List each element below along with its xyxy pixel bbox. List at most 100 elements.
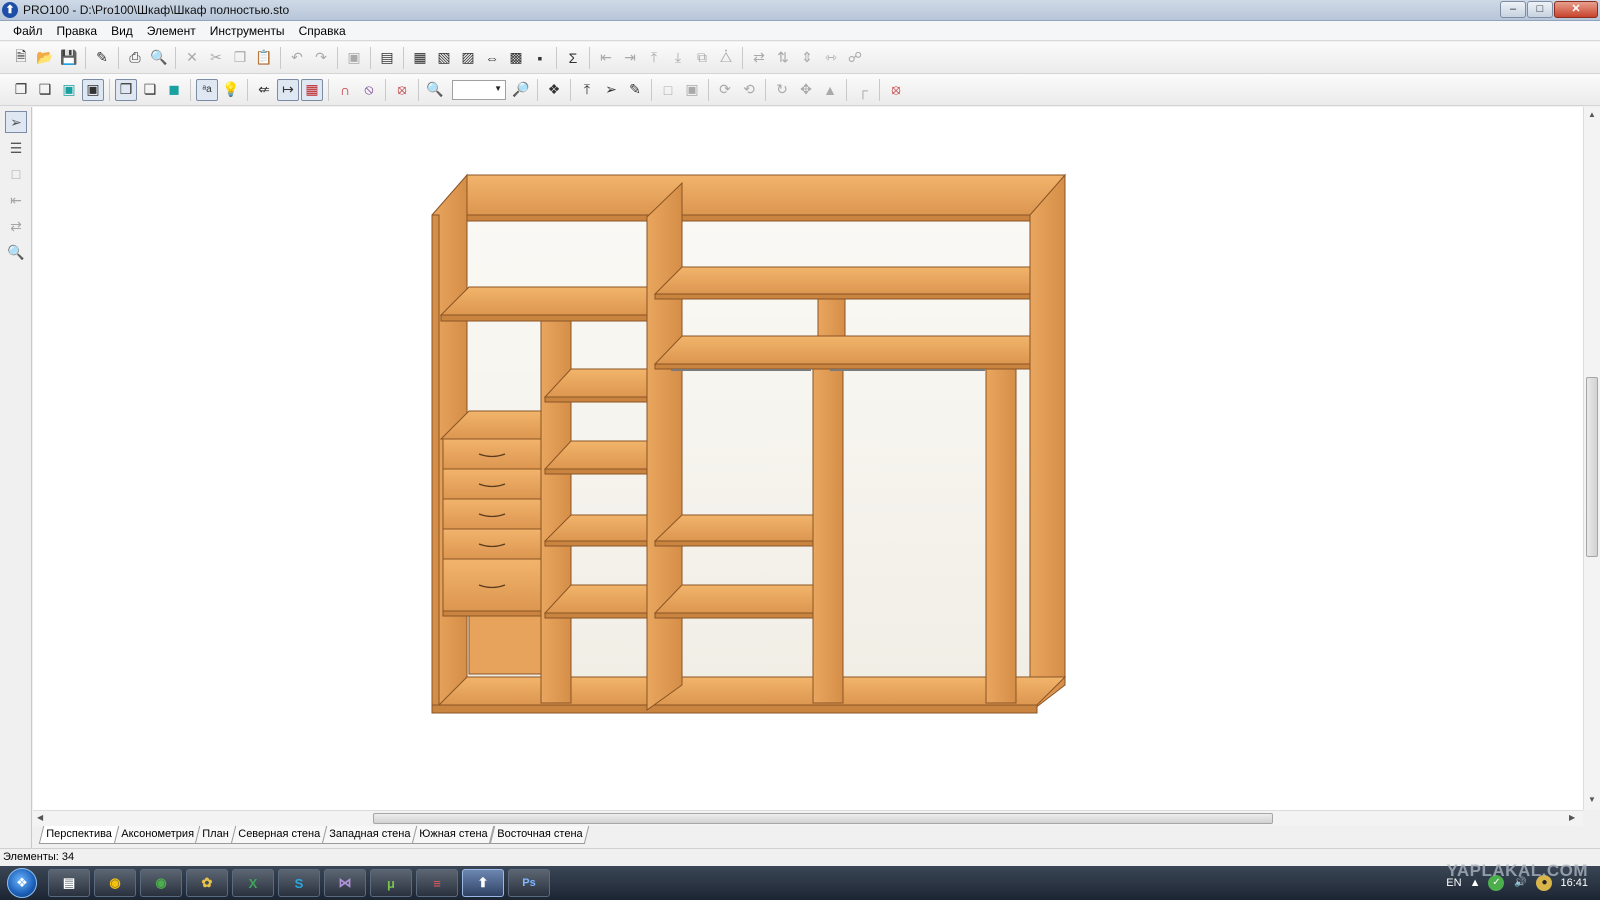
measure-icon[interactable]: ↦ [277, 78, 299, 101]
magnet-icon[interactable]: ∩ [334, 79, 356, 101]
pointer-icon[interactable]: ➢ [600, 79, 622, 101]
lifebuoy-icon[interactable]: ⦻ [885, 79, 907, 101]
photoshop-icon[interactable]: Ps [508, 869, 550, 897]
export-icon[interactable]: ✎ [91, 47, 113, 69]
distribute-v-icon[interactable]: ⇅ [772, 47, 794, 69]
target-icon[interactable]: ⦻ [391, 79, 413, 101]
close-icon[interactable]: ✕ [1554, 1, 1598, 18]
flag-icon[interactable]: ≡ [416, 869, 458, 897]
settings-dialog-icon[interactable]: ▤ [376, 47, 398, 69]
vertical-scrollbar[interactable]: ▲ ▼ [1583, 107, 1600, 810]
explorer-icon[interactable]: ▤ [48, 869, 90, 897]
copy-icon[interactable]: ❐ [229, 47, 251, 69]
front-view-icon[interactable]: ❐ [10, 79, 32, 101]
align-bottom-icon[interactable]: ⤓ [667, 47, 689, 69]
scroll-down-icon[interactable]: ▼ [1588, 795, 1596, 804]
save-icon[interactable]: 💾 [58, 47, 80, 69]
box-view-icon[interactable]: ❑ [34, 79, 56, 101]
scale-icon[interactable]: ▣ [681, 79, 703, 101]
design-canvas[interactable] [33, 107, 1583, 810]
view-d-icon[interactable]: ⇔ [481, 47, 503, 69]
view-c-icon[interactable]: ▨ [457, 47, 479, 69]
print-icon[interactable]: ⎙ [124, 47, 146, 69]
start-button[interactable]: ❖ [0, 866, 44, 900]
view-f-icon[interactable]: ▪ [529, 47, 551, 69]
pro100-icon[interactable]: ⬆ [462, 869, 504, 897]
scissors-icon[interactable]: ✂ [205, 47, 227, 69]
space-h-icon[interactable]: ⇕ [796, 47, 818, 69]
undo-icon[interactable]: ↶ [286, 47, 308, 69]
scroll-left-icon[interactable]: ◀ [37, 813, 43, 822]
zoom-in-icon[interactable]: 🔍 [424, 79, 446, 101]
tab-north-wall[interactable]: Северная стена [230, 826, 328, 844]
vertical-scroll-thumb[interactable] [1586, 377, 1598, 557]
corner-icon[interactable]: ┌ [852, 79, 874, 101]
tab-west-wall[interactable]: Западная стена [321, 826, 418, 844]
chrome-icon[interactable]: ◉ [94, 869, 136, 897]
zoom-out-icon[interactable]: 🔎 [510, 79, 532, 101]
tab-south-wall[interactable]: Южная стена [411, 826, 495, 844]
cut-icon[interactable]: ✕ [181, 47, 203, 69]
select-tool-icon[interactable]: ➢ [5, 111, 27, 133]
distribute-h-icon[interactable]: ⇄ [748, 47, 770, 69]
maximize-icon[interactable]: □ [1527, 1, 1553, 18]
search-tool-icon[interactable]: 🔍 [5, 241, 27, 263]
rotate-y-icon[interactable]: ⟲ [738, 79, 760, 101]
winamp-icon[interactable]: ✿ [186, 869, 228, 897]
select-all-icon[interactable]: ❖ [543, 79, 565, 101]
scroll-up-icon[interactable]: ▲ [1588, 110, 1596, 119]
menu-edit[interactable]: Правка [50, 21, 105, 41]
print-preview-icon[interactable]: 🔍 [148, 47, 170, 69]
horizontal-scroll-thumb[interactable] [373, 813, 1273, 824]
zoom-select[interactable] [452, 79, 506, 100]
pencil-icon[interactable]: ✎ [624, 79, 646, 101]
sum-icon[interactable]: Σ [562, 47, 584, 69]
scroll-right-icon[interactable]: ▶ [1569, 813, 1575, 822]
resize-icon[interactable]: □ [657, 79, 679, 101]
rotate-icon[interactable]: ↻ [771, 79, 793, 101]
menu-element[interactable]: Элемент [140, 21, 203, 41]
minimize-icon[interactable]: – [1500, 1, 1526, 18]
wireframe-view-icon[interactable]: ▣ [82, 78, 104, 101]
shadow-view-icon[interactable]: ❏ [139, 79, 161, 101]
excel-icon[interactable]: X [232, 869, 274, 897]
paste-icon[interactable]: 📋 [253, 47, 275, 69]
snap-icon[interactable]: ⦸ [358, 79, 380, 101]
group-icon[interactable]: ⧉ [691, 47, 713, 69]
properties-icon[interactable]: ▣ [343, 47, 365, 69]
grid-icon[interactable]: ▦ [301, 78, 323, 101]
new-file-icon[interactable]: 🗎 [10, 47, 32, 69]
texture-view-icon[interactable]: ◼ [163, 79, 185, 101]
view-b-icon[interactable]: ▧ [433, 47, 455, 69]
move-up-icon[interactable]: ⤒ [576, 79, 598, 101]
align-right-icon[interactable]: ⇥ [619, 47, 641, 69]
align-top-icon[interactable]: ⤒ [643, 47, 665, 69]
arrange-tool-icon[interactable]: ⇄ [5, 215, 27, 237]
visual-studio-icon[interactable]: ⋈ [324, 869, 366, 897]
tab-axonometry[interactable]: Аксонометрия [113, 826, 201, 844]
dimensions-icon[interactable]: ⇍ [253, 79, 275, 101]
horizontal-scrollbar[interactable]: ◀ ▶ [33, 810, 1583, 826]
view-e-icon[interactable]: ▩ [505, 47, 527, 69]
place-tool-icon[interactable]: ⇤ [5, 189, 27, 211]
menu-tools[interactable]: Инструменты [203, 21, 292, 41]
tab-east-wall[interactable]: Восточная стена [489, 826, 590, 844]
rotate-x-icon[interactable]: ⟳ [714, 79, 736, 101]
outline-view-icon[interactable]: ❒ [115, 78, 137, 101]
solid-view-icon[interactable]: ▣ [58, 79, 80, 101]
move-icon[interactable]: ✥ [795, 79, 817, 101]
light-icon[interactable]: 💡 [220, 79, 242, 101]
view-a-icon[interactable]: ▦ [409, 47, 431, 69]
align-left-icon[interactable]: ⇤ [595, 47, 617, 69]
ungroup-icon[interactable]: ⧊ [715, 47, 737, 69]
redo-icon[interactable]: ↷ [310, 47, 332, 69]
tab-perspective[interactable]: Перспектива [38, 826, 119, 844]
menu-view[interactable]: Вид [104, 21, 140, 41]
open-icon[interactable]: 📂 [34, 47, 56, 69]
menu-help[interactable]: Справка [292, 21, 353, 41]
tab-plan[interactable]: План [195, 826, 237, 844]
utorrent-icon[interactable]: μ [370, 869, 412, 897]
space-v-icon[interactable]: ⇿ [820, 47, 842, 69]
layer-tool-icon[interactable]: ☰ [5, 137, 27, 159]
skype-icon[interactable]: S [278, 869, 320, 897]
